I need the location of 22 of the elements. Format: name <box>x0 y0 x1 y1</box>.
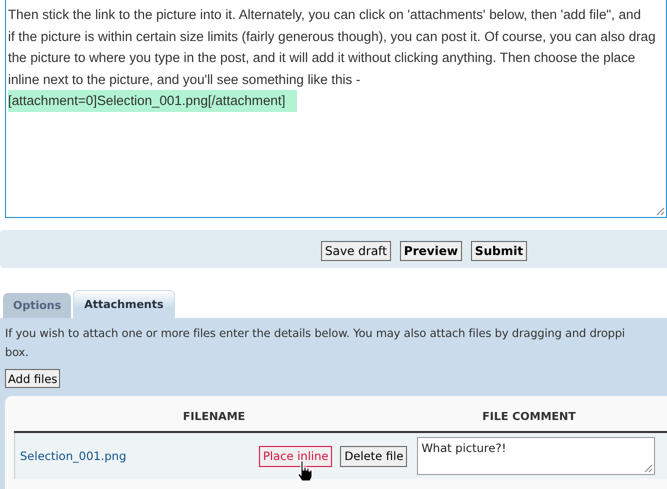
delete-file-button[interactable]: Delete file <box>340 446 408 466</box>
intro-text: box. <box>5 345 30 361</box>
tab[interactable]: Attachments <box>73 290 175 318</box>
comment-text: What picture?! <box>421 441 506 455</box>
hand-cursor-icon <box>296 460 314 482</box>
intro-text: If you wish to attach one or more files enter the details below. You may also attach files by dragging and droppi <box>5 326 626 342</box>
resize-grip-icon[interactable] <box>656 207 665 216</box>
text-line: the picture to where you type in the post, and it will add it without clicking anything. Then choose the place <box>8 49 636 67</box>
text-line: if the picture is within certain size limits (fairly generous though), you can post it. Of course, you can also drag <box>8 28 656 46</box>
action-button[interactable]: Submit <box>470 241 528 261</box>
column-header: FILENAME <box>182 410 246 423</box>
text-line: inline next to the picture, and you'll see something like this - <box>8 70 360 89</box>
add-files-button[interactable]: Add files <box>5 369 60 388</box>
resize-grip-icon[interactable] <box>644 464 654 473</box>
text-area[interactable] <box>5 0 667 218</box>
place-inline-button[interactable]: Place inline <box>259 446 332 466</box>
filename-link[interactable]: Selection_001.png <box>15 449 259 463</box>
action-button[interactable]: Save draft <box>321 241 391 261</box>
comment-field[interactable]: What picture?! <box>417 437 656 475</box>
text-line: Then stick the link to the picture into it. Alternately, you can click on 'attachments' below, then 'add file", and <box>8 6 641 24</box>
column-header: FILE COMMENT <box>481 410 577 423</box>
action-button[interactable]: Preview <box>400 241 462 261</box>
